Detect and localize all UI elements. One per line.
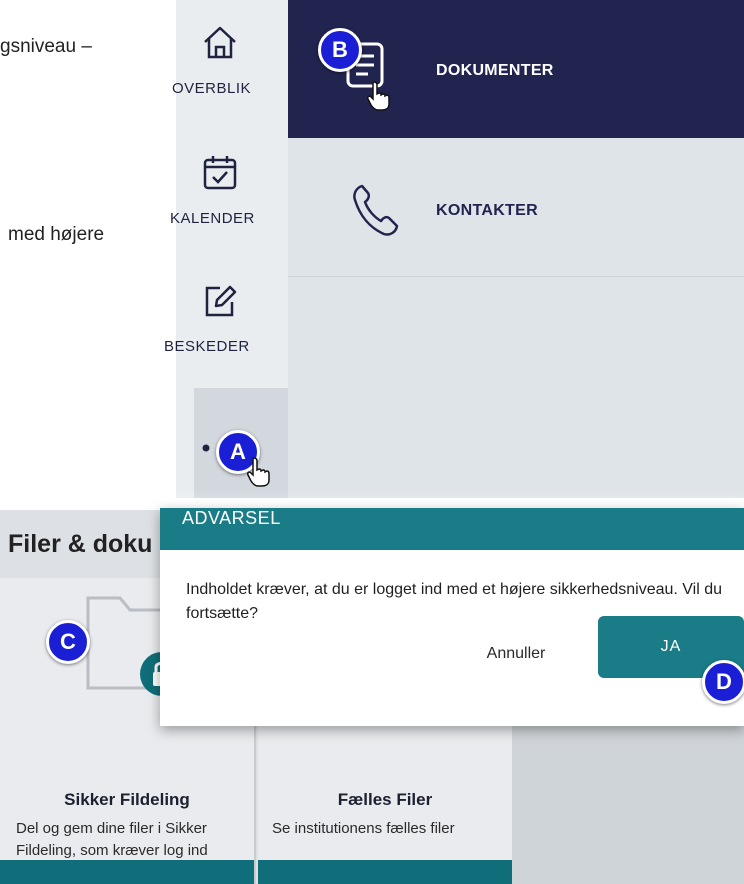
calendar-icon [203,156,237,190]
card-title-faelles-filer: Fælles Filer [337,790,433,809]
menu-item-dokumenter[interactable]: DOKUMENTER [288,0,744,138]
navigation-screenshot: OVERBLIK KALENDER BESKEDER DOKUMENTER KO… [164,0,744,498]
files-page-title: Filer & doku [8,530,153,558]
cancel-button[interactable]: Annuller [456,632,576,676]
card-footer-bar [0,860,254,884]
menu-label-kontakter: KONTAKTER [436,202,538,219]
nav-menu: DOKUMENTER KONTAKTER [288,0,744,498]
phone-icon [353,184,399,236]
hand-cursor-icon [247,457,270,487]
callout-badge-c: C [46,620,90,664]
dialog-title: ADVARSEL [182,508,281,528]
card-desc-faelles-filer: Se institutionens fælles filer [272,820,455,837]
callout-badge-d: D [702,660,744,704]
rail-item-overblik[interactable]: OVERBLIK [172,0,288,128]
card-title-sikker-fildeling: Sikker Fildeling [64,790,190,809]
rail-label-kalender: KALENDER [170,210,255,227]
doc-text-line-1: gsniveau – [0,36,92,57]
card-desc-sikker-fildeling: Del og gem dine filer i Sikker Fildeling… [16,820,208,859]
menu-label-dokumenter: DOKUMENTER [436,62,554,79]
card-footer-bar [258,860,512,884]
hand-cursor-icon [367,81,390,111]
rail-label-overblik: OVERBLIK [172,80,252,97]
rail-label-beskeder: BESKEDER [164,338,250,355]
rail-item-kalender[interactable]: KALENDER [170,130,288,258]
menu-item-kontakter[interactable]: KONTAKTER [288,138,744,277]
dialog-header: ADVARSEL [160,508,744,550]
warning-dialog: ADVARSEL Indholdet kræver, at du er logg… [160,508,744,726]
rail-item-beskeder[interactable]: BESKEDER [164,258,288,386]
doc-text-line-2: med højere [8,224,105,245]
callout-badge-b: B [318,28,362,72]
edit-icon [205,285,237,317]
nav-rail: OVERBLIK KALENDER BESKEDER [164,0,288,498]
home-icon [204,26,236,59]
